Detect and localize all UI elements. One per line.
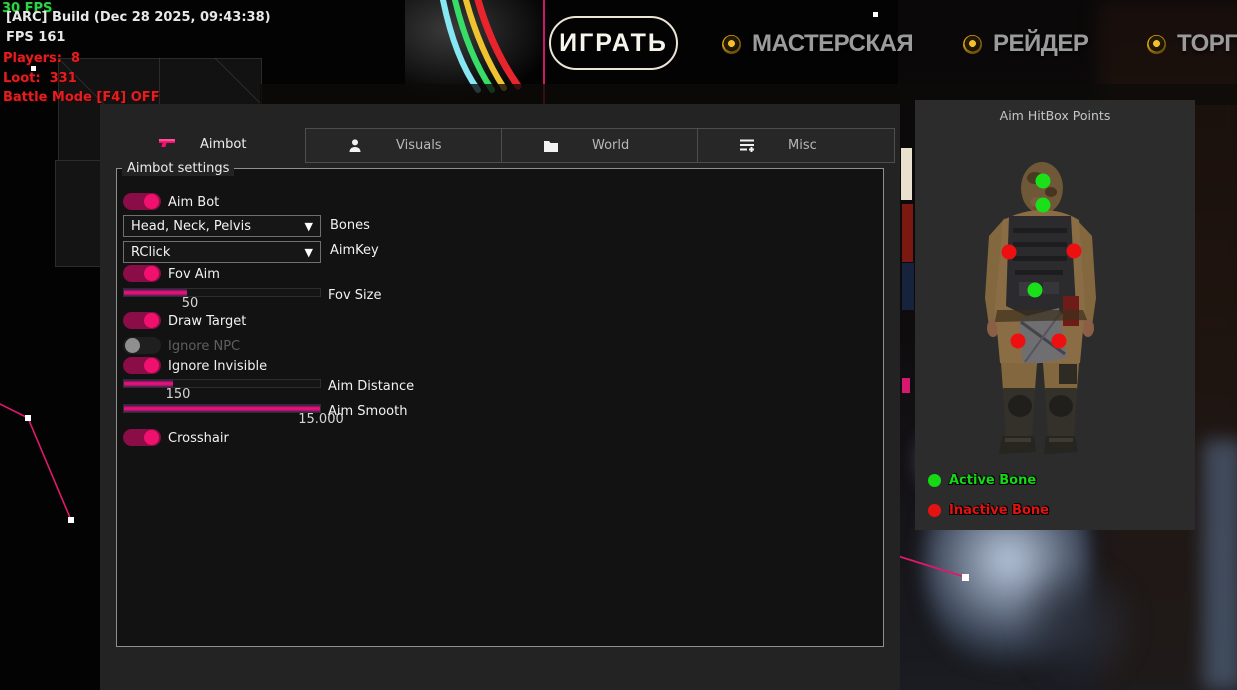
bone-dot-left-thigh: [1011, 334, 1026, 349]
tab-label: Misc: [788, 138, 817, 153]
tab-label: Visuals: [396, 138, 442, 153]
scene-detail: [902, 263, 914, 310]
toggle-knob: [144, 266, 159, 281]
ignore-invisible-label: Ignore Invisible: [168, 359, 267, 374]
bones-dropdown-value: Head, Neck, Pelvis: [131, 219, 251, 234]
aim-distance-slider[interactable]: [123, 379, 321, 388]
aimkey-label: AimKey: [330, 243, 379, 258]
aim-bot-toggle[interactable]: [123, 193, 161, 210]
draw-target-toggle[interactable]: [123, 312, 161, 329]
toggle-knob: [144, 313, 159, 328]
toggle-knob: [144, 430, 159, 445]
particle-dot: [873, 12, 878, 17]
toggle-knob: [144, 358, 159, 373]
draw-target-label: Draw Target: [168, 314, 246, 329]
slider-fill: [124, 289, 187, 296]
menu-item-trader[interactable]: ТОРГО: [1147, 30, 1237, 58]
aimkey-dropdown-value: RClick: [131, 245, 170, 260]
sliders-misc-icon: [739, 138, 757, 153]
menu-item-label: МАСТЕРСКАЯ: [752, 30, 913, 58]
folder-icon: [543, 139, 561, 153]
aim-distance-label: Aim Distance: [328, 379, 414, 394]
bones-label: Bones: [330, 218, 370, 233]
aim-smooth-label: Aim Smooth: [328, 404, 407, 419]
tab-visuals[interactable]: Visuals: [305, 128, 502, 163]
chevron-down-icon: ▼: [305, 220, 313, 233]
players-counter-text: Players: 8: [3, 51, 80, 66]
active-bone-dot-icon: [928, 474, 941, 487]
fov-aim-toggle[interactable]: [123, 265, 161, 282]
bone-dot-head: [1036, 174, 1051, 189]
legend-active-bone: Active Bone: [928, 473, 1036, 488]
bones-dropdown[interactable]: Head, Neck, Pelvis ▼: [123, 215, 321, 237]
toggle-knob: [144, 194, 159, 209]
coin-icon: [963, 35, 982, 54]
tab-world[interactable]: World: [501, 128, 698, 163]
esp-path-line: [888, 548, 980, 590]
aimkey-dropdown[interactable]: RClick ▼: [123, 241, 321, 263]
bone-dot-right-thigh: [1052, 334, 1067, 349]
aimbot-gun-icon: [158, 138, 176, 151]
scene-detail: [902, 378, 910, 393]
legend-label: Active Bone: [949, 473, 1036, 488]
bone-dot-neck: [1036, 198, 1051, 213]
tab-label: World: [592, 138, 629, 153]
coin-icon: [1147, 35, 1166, 54]
aim-bot-label: Aim Bot: [168, 195, 219, 210]
aim-hitbox-panel: Aim HitBox Points: [915, 100, 1195, 530]
menu-item-label: ТОРГО: [1177, 30, 1237, 58]
crosshair-toggle[interactable]: [123, 429, 161, 446]
slider-fill: [124, 405, 320, 412]
tab-label: Aimbot: [200, 137, 246, 152]
scene-detail: [902, 204, 913, 262]
play-button[interactable]: ИГРАТЬ: [549, 16, 678, 70]
character-model: [975, 158, 1105, 458]
legend-label: Inactive Bone: [949, 503, 1049, 518]
ignore-npc-toggle[interactable]: [123, 337, 161, 354]
legend-inactive-bone: Inactive Bone: [928, 503, 1049, 518]
aim-distance-value: 150: [166, 387, 191, 402]
inactive-bone-dot-icon: [928, 504, 941, 517]
person-icon: [347, 138, 365, 154]
ignore-npc-label: Ignore NPC: [168, 339, 240, 354]
game-screen: 30 FPS [ARC] Build (Dec 28 2025, 09:43:3…: [0, 0, 1237, 690]
fov-size-slider[interactable]: [123, 288, 321, 297]
tab-misc[interactable]: Misc: [697, 128, 895, 163]
battle-mode-text: Battle Mode [F4] OFF: [3, 90, 160, 105]
fps-counter-text: FPS 161: [6, 30, 65, 45]
chevron-down-icon: ▼: [305, 246, 313, 259]
fov-size-value: 50: [182, 296, 199, 311]
bone-dot-pelvis: [1028, 283, 1043, 298]
fov-aim-label: Fov Aim: [168, 267, 220, 282]
aim-smooth-slider[interactable]: [123, 404, 321, 413]
crosshair-label: Crosshair: [168, 431, 229, 446]
play-button-label: ИГРАТЬ: [559, 29, 668, 58]
menu-item-workshop[interactable]: МАСТЕРСКАЯ: [722, 30, 913, 58]
groupbox-title: Aimbot settings: [122, 161, 234, 176]
bone-dot-left-arm: [1002, 245, 1017, 260]
menu-item-raider[interactable]: РЕЙДЕР: [963, 30, 1088, 58]
tab-aimbot[interactable]: Aimbot: [116, 128, 304, 161]
scene-detail: [901, 148, 912, 200]
ignore-invisible-toggle[interactable]: [123, 357, 161, 374]
esp-wireframe-box: [55, 160, 102, 267]
loot-counter-text: Loot: 331: [3, 71, 77, 86]
fov-size-label: Fov Size: [328, 288, 381, 303]
bone-dot-right-arm: [1067, 244, 1082, 259]
toggle-knob: [125, 338, 140, 353]
build-info-text: [ARC] Build (Dec 28 2025, 09:43:38): [6, 10, 271, 25]
cheat-menu-panel: Aimbot Visuals World Misc Aimbot setting…: [100, 104, 900, 690]
menu-item-label: РЕЙДЕР: [993, 30, 1088, 58]
hitbox-panel-title: Aim HitBox Points: [915, 108, 1195, 123]
slider-fill: [124, 380, 173, 387]
coin-icon: [722, 35, 741, 54]
